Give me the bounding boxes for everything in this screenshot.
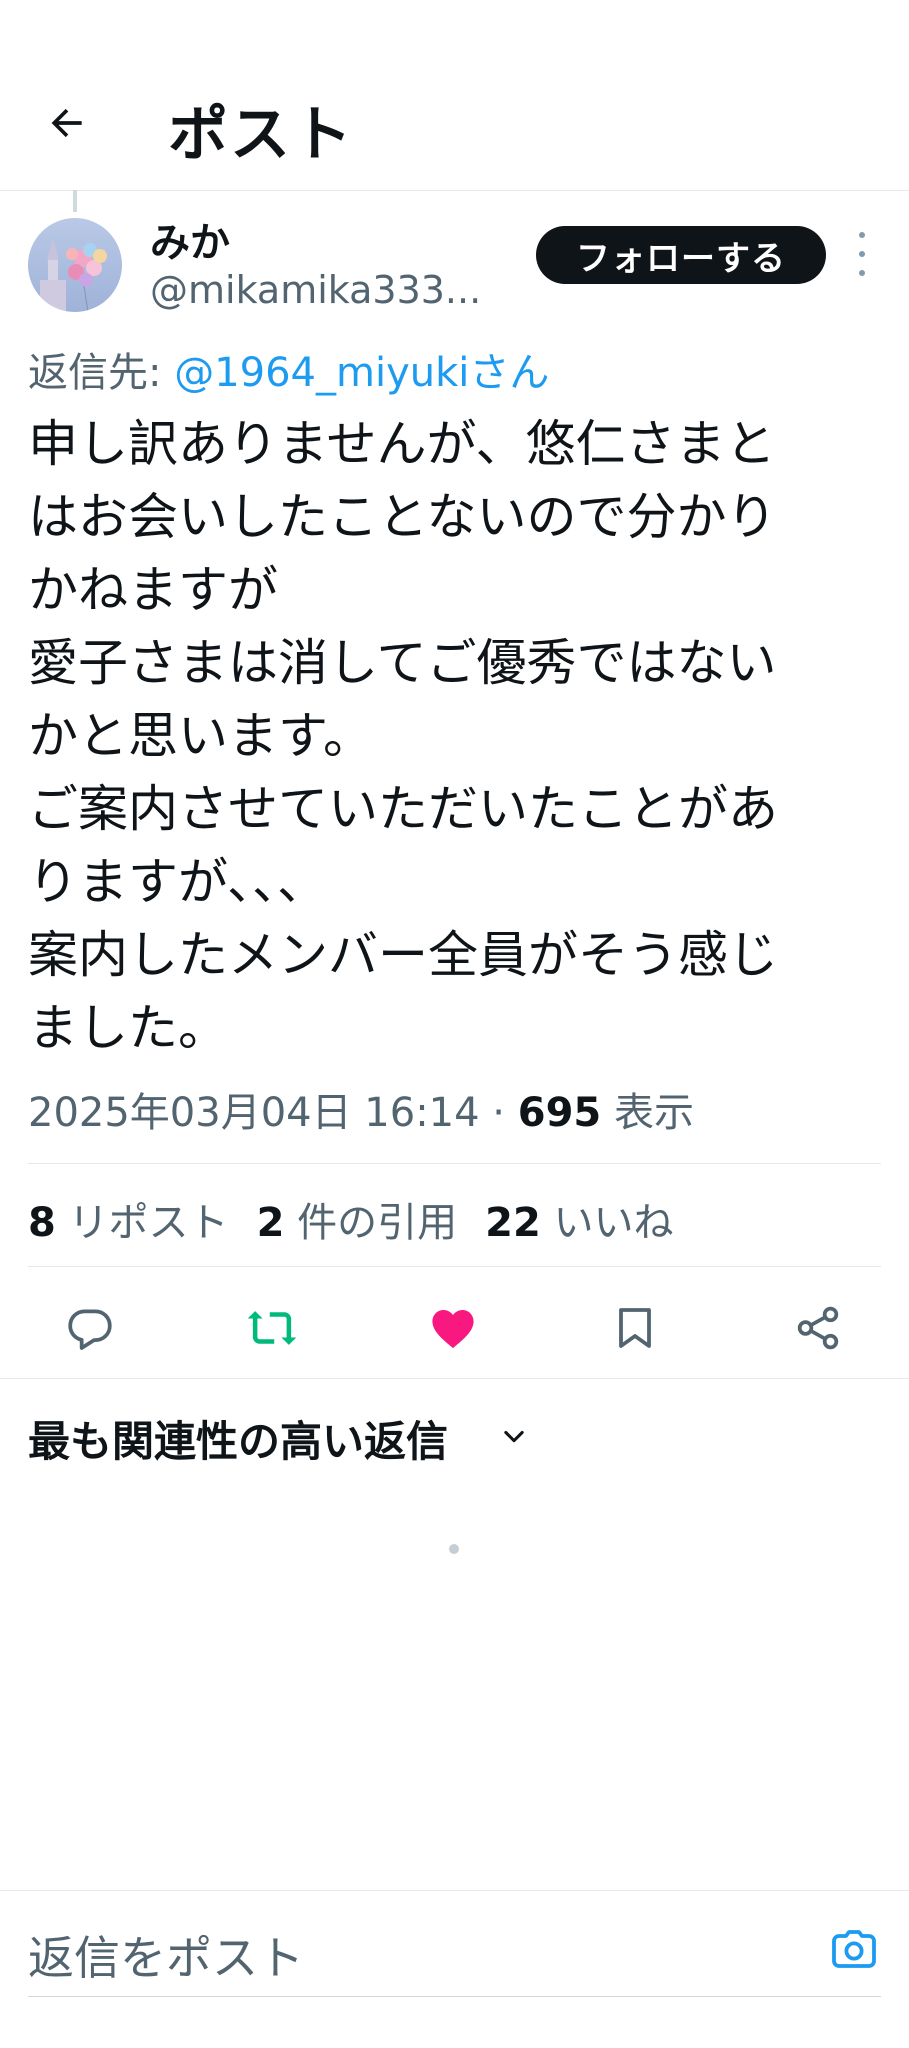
back-button[interactable]: [32, 88, 102, 158]
author-handle[interactable]: @mikamika333...: [150, 268, 481, 312]
camera-icon: [832, 1930, 876, 1968]
views-count: 695: [517, 1090, 602, 1136]
action-bar: [0, 1280, 909, 1376]
avatar-balloons: [28, 218, 122, 312]
post-line: かねますが: [28, 561, 278, 619]
bookmark-icon: [619, 1308, 651, 1348]
reply-to-mention-link[interactable]: @1964_miyukiさん: [174, 350, 549, 396]
repost-icon: [247, 1311, 297, 1345]
post-meta: 2025年03月04日 16:14 · 695 表示: [28, 1080, 694, 1138]
post-line: 申し訳ありませんが、悠仁さまと: [28, 415, 776, 473]
reply-button[interactable]: [62, 1300, 118, 1356]
engagement-stats: 8 リポスト 2 件の引用 22 いいね: [28, 1190, 674, 1248]
camera-button[interactable]: [828, 1924, 880, 1976]
like-button[interactable]: [425, 1300, 481, 1356]
avatar[interactable]: [28, 218, 122, 312]
more-options-button[interactable]: [848, 232, 876, 276]
divider: [28, 1266, 881, 1267]
repost-button[interactable]: [244, 1300, 300, 1356]
post-line: 愛子さまは消してご優秀ではない: [28, 634, 777, 692]
more-dots-icon: [859, 232, 865, 238]
post-line: 案内したメンバー全員がそう感じ: [28, 926, 778, 984]
post-text: 申し訳ありませんが、悠仁さまと はお会いしたことないので分かり かねますが 愛子…: [28, 408, 878, 1065]
reply-to-prefix: 返信先:: [28, 350, 175, 396]
share-button[interactable]: [790, 1300, 846, 1356]
post-line: はお会いしたことないので分かり: [28, 488, 777, 546]
follow-button[interactable]: フォローする: [536, 226, 826, 284]
composer-underline: [28, 1996, 881, 1997]
page-title: ポスト: [168, 100, 354, 170]
replies-sort-dropdown[interactable]: 最も関連性の高い返信: [28, 1408, 448, 1469]
views-label: 表示: [601, 1090, 694, 1136]
divider: [0, 1378, 909, 1379]
post-line: ご案内させていただいたことがあ: [28, 780, 778, 838]
arrow-left-icon: [51, 108, 82, 138]
heart-icon: [432, 1310, 474, 1349]
post-line: りますが、、、: [28, 853, 327, 911]
quotes-stat[interactable]: 2 件の引用: [257, 1200, 458, 1246]
reposts-stat[interactable]: 8 リポスト: [28, 1200, 229, 1246]
likes-stat[interactable]: 22 いいね: [485, 1200, 673, 1246]
top-bar: ポスト: [0, 0, 909, 191]
bookmark-button[interactable]: [607, 1300, 663, 1356]
author-name[interactable]: みか: [150, 210, 230, 268]
divider: [28, 1163, 881, 1164]
post-line: ました。: [28, 999, 228, 1057]
chevron-down-icon[interactable]: [500, 1422, 528, 1450]
reply-icon: [68, 1309, 112, 1350]
reply-input[interactable]: 返信をポスト: [28, 1922, 304, 1988]
composer-divider: [0, 1890, 909, 1891]
loading-indicator: [449, 1544, 459, 1554]
post-timestamp[interactable]: 2025年03月04日 16:14 ·: [28, 1090, 518, 1136]
reply-to-line: 返信先: @1964_miyukiさん: [28, 340, 549, 398]
share-icon: [797, 1306, 839, 1350]
post-line: かと思います。: [28, 707, 373, 765]
thread-connector-line: [73, 190, 77, 212]
post-detail-screen: ポスト みか @mikamika333... フォローする 返信先: @1964…: [0, 0, 909, 2048]
